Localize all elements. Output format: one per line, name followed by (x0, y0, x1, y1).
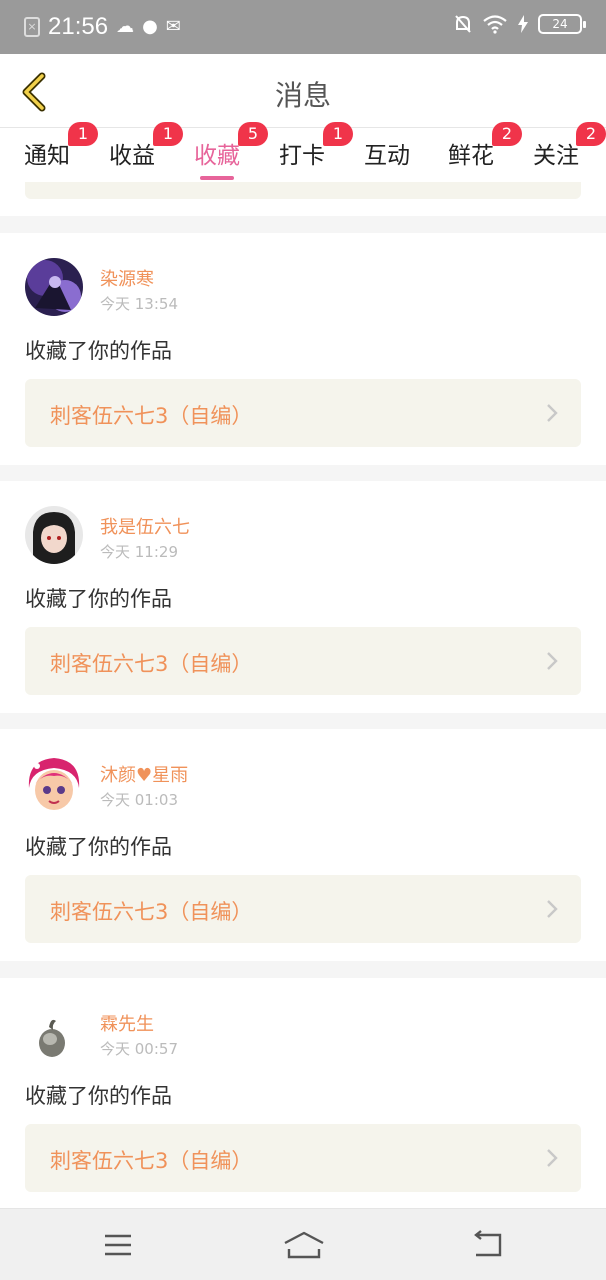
system-nav-bar (0, 1208, 606, 1280)
menu-icon[interactable] (98, 1229, 138, 1261)
message-list[interactable]: 染源寒 今天 13:54 收藏了你的作品 刺客伍六七3（自编） 我是伍六七 今天… (0, 182, 606, 1208)
planet-icon: ● (142, 16, 158, 37)
page-title: 消息 (274, 79, 331, 112)
sim-off-icon: × (24, 17, 40, 37)
tab-label: 关注 (533, 143, 579, 169)
action-text: 收藏了你的作品 (25, 339, 172, 363)
work-link[interactable]: 刺客伍六七3（自编） (25, 1124, 581, 1192)
action-text: 收藏了你的作品 (25, 587, 172, 611)
chevron-right-icon (547, 900, 558, 918)
tab-follows[interactable]: 关注 (533, 136, 579, 170)
tab-badge: 2 (492, 122, 522, 146)
timestamp: 今天 11:29 (100, 543, 178, 561)
charging-icon (518, 15, 528, 33)
work-title: 刺客伍六七3（自编） (50, 1149, 253, 1173)
tab-label: 互动 (364, 143, 410, 169)
action-text: 收藏了你的作品 (25, 835, 172, 859)
tab-badge: 5 (238, 122, 268, 146)
avatar[interactable] (25, 506, 83, 564)
work-title: 刺客伍六七3（自编） (50, 652, 253, 676)
cloud-icon: ☁ (116, 16, 135, 37)
tab-badge: 1 (323, 122, 353, 146)
tab-earnings[interactable]: 收益 (109, 136, 155, 170)
list-item: 霖先生 今天 00:57 收藏了你的作品 刺客伍六七3（自编） (0, 978, 606, 1208)
bell-off-icon (455, 15, 471, 33)
timestamp: 今天 01:03 (100, 791, 178, 809)
avatar[interactable] (25, 258, 83, 316)
chevron-right-icon (547, 404, 558, 422)
tab-checkin[interactable]: 打卡 (279, 136, 325, 170)
username[interactable]: 我是伍六七 (100, 513, 190, 539)
tab-label: 收藏 (194, 143, 240, 169)
timestamp: 今天 00:57 (100, 1040, 178, 1058)
mail-icon: ✉ (165, 16, 181, 37)
work-title: 刺客伍六七3（自编） (50, 404, 253, 428)
app-header: 消息 (0, 54, 606, 128)
tab-badge: 1 (68, 122, 98, 146)
wifi-icon (483, 15, 507, 34)
battery-level: 24 (552, 17, 568, 31)
tab-badge: 2 (576, 122, 606, 146)
tab-favorites[interactable]: 收藏 (194, 136, 240, 180)
list-item: 沐颜♥星雨 今天 01:03 收藏了你的作品 刺客伍六七3（自编） (0, 729, 606, 961)
list-item: 染源寒 今天 13:54 收藏了你的作品 刺客伍六七3（自编） (0, 233, 606, 465)
work-link[interactable]: 刺客伍六七3（自编） (25, 379, 581, 447)
tab-interactions[interactable]: 互动 (364, 136, 410, 170)
status-bar: × 21:56 ☁ ● ✉ 24 (0, 0, 606, 54)
tab-label: 打卡 (279, 143, 325, 169)
tab-label: 通知 (24, 143, 70, 169)
tab-label: 收益 (109, 143, 155, 169)
avatar[interactable] (25, 1003, 83, 1061)
list-item (0, 182, 606, 216)
work-link[interactable]: 刺客伍六七3（自编） (25, 875, 581, 943)
tab-badge: 1 (153, 122, 183, 146)
chevron-right-icon (547, 652, 558, 670)
status-time: 21:56 (48, 13, 109, 40)
chevron-right-icon (547, 1149, 558, 1167)
battery-icon: 24 (538, 14, 586, 34)
avatar[interactable] (25, 754, 83, 812)
username[interactable]: 沐颜♥星雨 (100, 761, 188, 787)
timestamp: 今天 13:54 (100, 295, 178, 313)
tab-active-indicator (200, 176, 234, 180)
tab-label: 鲜花 (448, 143, 494, 169)
action-text: 收藏了你的作品 (25, 1084, 172, 1108)
tab-flowers[interactable]: 鲜花 (448, 136, 494, 170)
list-item: 我是伍六七 今天 11:29 收藏了你的作品 刺客伍六七3（自编） (0, 481, 606, 713)
work-title: 刺客伍六七3（自编） (50, 900, 253, 924)
username[interactable]: 染源寒 (100, 265, 154, 291)
home-icon[interactable] (282, 1229, 326, 1261)
back-icon[interactable] (468, 1229, 508, 1261)
tab-notifications[interactable]: 通知 (24, 136, 70, 170)
username[interactable]: 霖先生 (100, 1010, 154, 1036)
work-link[interactable]: 刺客伍六七3（自编） (25, 627, 581, 695)
